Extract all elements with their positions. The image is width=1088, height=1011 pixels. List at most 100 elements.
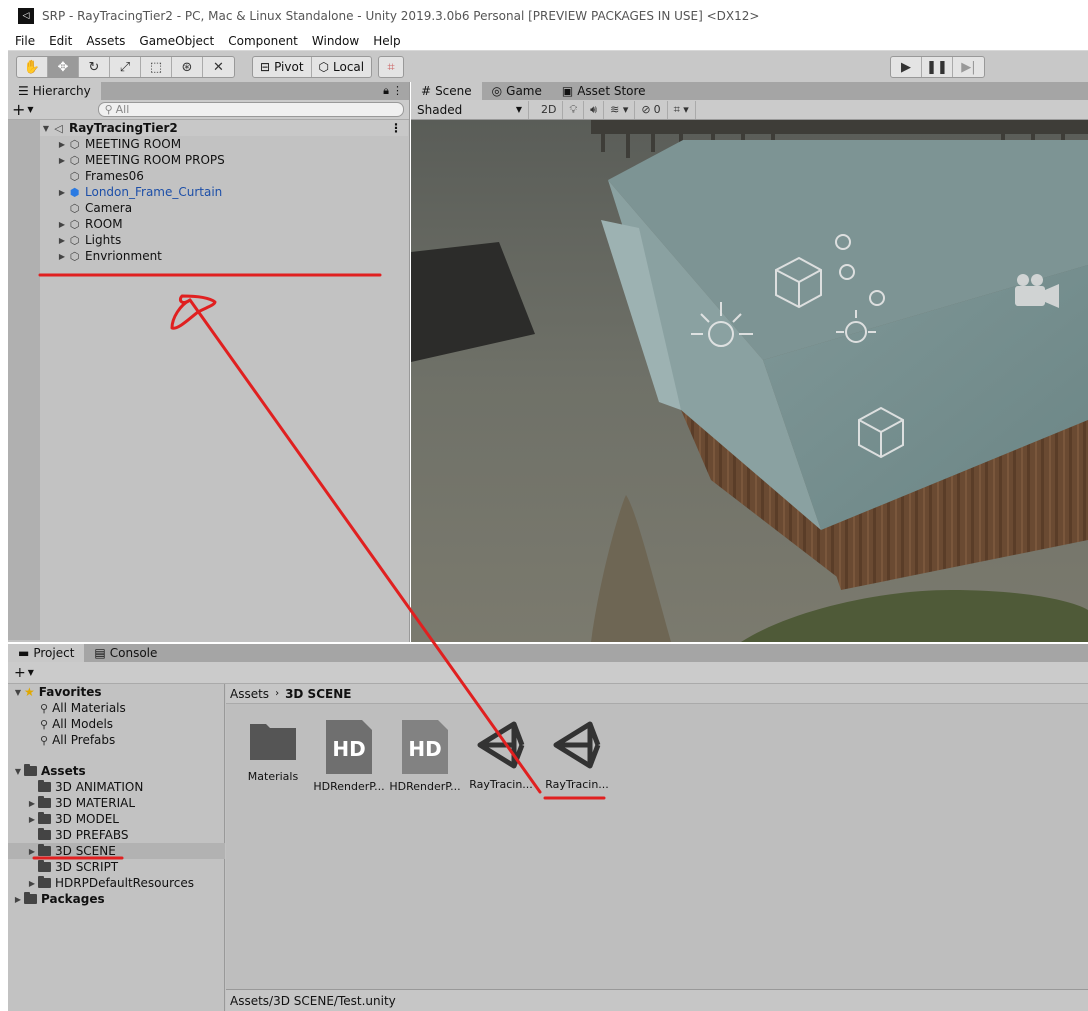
draw-mode-value: Shaded bbox=[417, 102, 463, 117]
folder-icon bbox=[38, 860, 51, 872]
grid-snap-button[interactable]: ⌗ bbox=[378, 56, 404, 78]
expand-arrow-icon[interactable]: ▼ bbox=[40, 124, 52, 133]
favorite-item[interactable]: ⚲ All Materials bbox=[8, 700, 225, 716]
menu-help[interactable]: Help bbox=[373, 34, 400, 48]
scale-tool-icon[interactable]: ⤢ bbox=[110, 57, 141, 77]
rotate-tool-icon[interactable]: ↻ bbox=[79, 57, 110, 77]
hierarchy-search-input[interactable]: ⚲ All bbox=[97, 102, 404, 117]
hierarchy-item[interactable]: ▶ ⬡ Lights bbox=[40, 232, 408, 248]
tab-console[interactable]: ▤ Console bbox=[84, 644, 167, 662]
expand-arrow-icon[interactable]: ▶ bbox=[56, 188, 68, 197]
search-icon: ⚲ bbox=[104, 103, 113, 116]
kebab-menu-icon[interactable]: ⋮ bbox=[390, 121, 402, 135]
local-button[interactable]: ⬡ Local bbox=[312, 57, 372, 77]
chevron-down-icon[interactable]: ▼ bbox=[27, 105, 33, 114]
folder-item[interactable]: ▶ HDRPDefaultResources bbox=[8, 875, 225, 891]
scene-viewport[interactable] bbox=[411, 120, 1088, 642]
hierarchy-item[interactable]: ⬡ Frames06 bbox=[40, 168, 408, 184]
hierarchy-item-label: Frames06 bbox=[85, 169, 144, 183]
hierarchy-item[interactable]: ▶ ⬡ MEETING ROOM bbox=[40, 136, 408, 152]
hierarchy-scene-root[interactable]: ▼ ◁ RayTracingTier2 ⋮ bbox=[40, 120, 408, 136]
folder-item-selected[interactable]: ▶ 3D SCENE bbox=[8, 843, 225, 859]
tab-project[interactable]: ▬ Project bbox=[8, 644, 85, 662]
play-icon[interactable]: ▶ bbox=[891, 57, 922, 77]
chevron-down-icon: ▼ bbox=[515, 105, 522, 114]
favorites-header[interactable]: ▼ ★ Favorites bbox=[8, 684, 225, 700]
expand-arrow-icon[interactable]: ▶ bbox=[56, 140, 68, 149]
menu-assets[interactable]: Assets bbox=[86, 34, 125, 48]
asset-item[interactable]: HD HDRenderP... bbox=[311, 718, 387, 793]
window-titlebar: ◁ SRP - RayTracingTier2 - PC, Mac & Linu… bbox=[8, 0, 1088, 31]
assets-header[interactable]: ▼ Assets bbox=[8, 763, 225, 779]
hierarchy-item[interactable]: ▶ ⬡ Envrionment bbox=[40, 248, 408, 264]
favorite-item[interactable]: ⚲ All Models bbox=[8, 716, 225, 732]
draw-mode-dropdown[interactable]: Shaded ▼ bbox=[411, 100, 529, 119]
menu-edit[interactable]: Edit bbox=[49, 34, 72, 48]
hidden-objects-toggle[interactable]: ⊘ 0 bbox=[635, 100, 668, 119]
hierarchy-item[interactable]: ▶ ⬢ London_Frame_Curtain bbox=[40, 184, 408, 200]
expand-arrow-icon[interactable]: ▶ bbox=[26, 815, 38, 824]
expand-arrow-icon[interactable]: ▶ bbox=[56, 220, 68, 229]
grid-toggle-icon[interactable]: ⌗ ▾ bbox=[668, 100, 696, 119]
expand-arrow-icon[interactable]: ▶ bbox=[26, 799, 38, 808]
play-controls: ▶ ❚❚ ▶| bbox=[890, 56, 985, 78]
rect-tool-icon[interactable]: ⬚ bbox=[141, 57, 172, 77]
expand-arrow-icon[interactable]: ▶ bbox=[12, 895, 24, 904]
scene-panel: # Scene ◎ Game ▣ Asset Store Shaded ▼ 2D 💡︎ … bbox=[411, 82, 1088, 642]
menu-window[interactable]: Window bbox=[312, 34, 359, 48]
hand-tool-icon[interactable]: ✋ bbox=[17, 57, 48, 77]
menu-component[interactable]: Component bbox=[228, 34, 298, 48]
pivot-button[interactable]: ⊟ Pivot bbox=[253, 57, 312, 77]
breadcrumb-current[interactable]: 3D SCENE bbox=[285, 687, 351, 701]
custom-tool-icon[interactable]: ✕ bbox=[203, 57, 234, 77]
pause-icon[interactable]: ❚❚ bbox=[922, 57, 953, 77]
hierarchy-item[interactable]: ▶ ⬡ MEETING ROOM PROPS bbox=[40, 152, 408, 168]
tab-hierarchy[interactable]: ☰ Hierarchy bbox=[8, 82, 101, 100]
lighting-toggle-icon[interactable]: 💡︎ bbox=[563, 100, 585, 119]
chevron-down-icon[interactable]: ▼ bbox=[28, 668, 34, 677]
expand-arrow-icon[interactable]: ▼ bbox=[12, 767, 24, 776]
tab-scene[interactable]: # Scene bbox=[411, 82, 482, 100]
folder-item[interactable]: 3D ANIMATION bbox=[8, 779, 225, 795]
expand-arrow-icon[interactable]: ▶ bbox=[56, 156, 68, 165]
breadcrumb: Assets › 3D SCENE bbox=[226, 684, 1088, 704]
move-tool-icon[interactable]: ✥ bbox=[48, 57, 79, 77]
hd-asset-icon: HD bbox=[402, 720, 448, 774]
asset-item[interactable]: Materials bbox=[235, 718, 311, 783]
hierarchy-item[interactable]: ⬡ Camera bbox=[40, 200, 408, 216]
expand-arrow-icon[interactable]: ▶ bbox=[56, 252, 68, 261]
menu-file[interactable]: File bbox=[15, 34, 35, 48]
create-plus-icon[interactable]: + bbox=[14, 665, 26, 681]
effects-toggle-icon[interactable]: ≋ ▾ bbox=[604, 100, 636, 119]
folder-item[interactable]: ▶ 3D MATERIAL bbox=[8, 795, 225, 811]
hierarchy-item[interactable]: ▶ ⬡ ROOM bbox=[40, 216, 408, 232]
unity-scene-icon bbox=[553, 721, 601, 769]
tab-asset-store[interactable]: ▣ Asset Store bbox=[552, 82, 656, 100]
tab-game[interactable]: ◎ Game bbox=[482, 82, 552, 100]
unity-scene-icon: ◁ bbox=[54, 121, 63, 135]
lock-icon[interactable]: 🔒︎ bbox=[383, 84, 389, 98]
asset-item[interactable]: RayTracin... bbox=[463, 718, 539, 791]
create-plus-icon[interactable]: + bbox=[12, 100, 25, 119]
toggle-2d-button[interactable]: 2D bbox=[535, 100, 564, 119]
favorite-item[interactable]: ⚲ All Prefabs bbox=[8, 732, 225, 748]
expand-arrow-icon[interactable]: ▶ bbox=[56, 236, 68, 245]
expand-arrow-icon[interactable]: ▶ bbox=[26, 879, 38, 888]
asset-item[interactable]: HD HDRenderP... bbox=[387, 718, 463, 793]
expand-arrow-icon[interactable]: ▼ bbox=[12, 688, 24, 697]
folder-item[interactable]: 3D SCRIPT bbox=[8, 859, 225, 875]
folder-item[interactable]: 3D PREFABS bbox=[8, 827, 225, 843]
folder-item[interactable]: ▶ 3D MODEL bbox=[8, 811, 225, 827]
transform-tool-icon[interactable]: ⊛ bbox=[172, 57, 203, 77]
asset-item[interactable]: RayTracin... bbox=[539, 718, 615, 791]
expand-arrow-icon[interactable]: ▶ bbox=[26, 847, 38, 856]
audio-toggle-icon[interactable]: 🔊︎ bbox=[584, 100, 605, 119]
kebab-menu-icon[interactable]: ⋮ bbox=[392, 84, 403, 97]
project-panel: ▬ Project ▤ Console + ▼ ▼ ★ Favorites ⚲ All… bbox=[8, 644, 1088, 1011]
menu-gameobject[interactable]: GameObject bbox=[139, 34, 214, 48]
breadcrumb-root[interactable]: Assets bbox=[230, 687, 269, 701]
packages-header[interactable]: ▶ Packages bbox=[8, 891, 225, 907]
chevron-right-icon: › bbox=[275, 688, 280, 699]
window-title: SRP - RayTracingTier2 - PC, Mac & Linux … bbox=[42, 8, 760, 23]
step-icon[interactable]: ▶| bbox=[953, 57, 984, 77]
